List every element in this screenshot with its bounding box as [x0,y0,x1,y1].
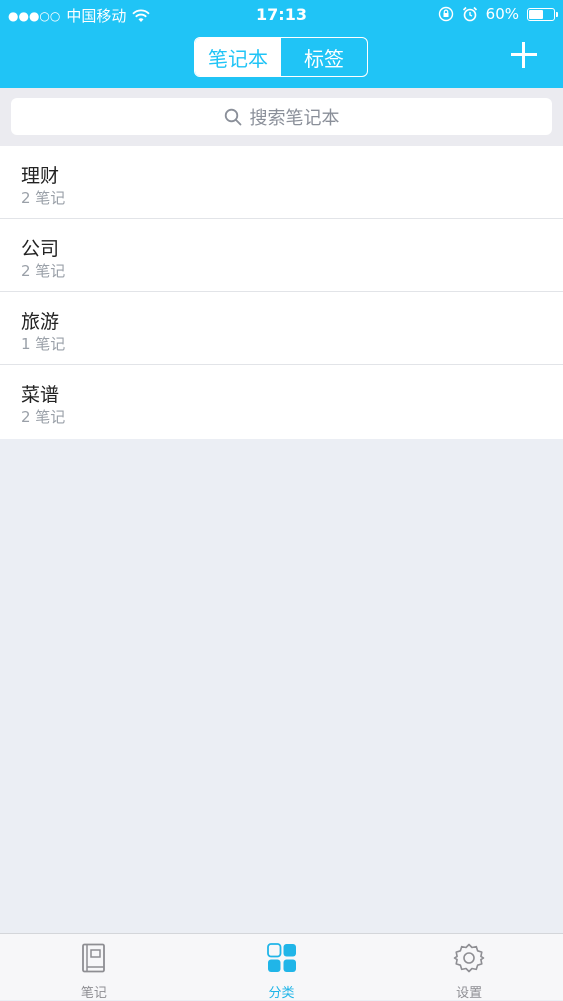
status-right: 60% [438,5,558,23]
search-input[interactable]: 搜索笔记本 [11,98,552,135]
battery-percent: 60% [485,5,519,23]
tab-notes[interactable]: 笔记 [0,934,188,1001]
note-count: 2 笔记 [21,189,66,207]
segmented-control: 笔记本 标签 [194,37,368,77]
list-item[interactable]: 菜谱 2 笔记 [0,365,563,439]
status-bar: ●●●○○ 中国移动 17:13 60% [0,0,563,30]
notebook-name: 理财 [21,165,60,187]
tab-settings[interactable]: 设置 [375,934,563,1001]
tab-notebooks[interactable]: 笔记本 [195,38,281,76]
battery-fill [529,9,543,19]
notebook-name: 公司 [21,238,60,260]
notebook-icon [81,943,105,973]
tab-categories[interactable]: 分类 [188,934,376,1001]
add-notebook-button[interactable] [509,40,539,70]
orientation-lock-icon [438,6,453,22]
tab-label: 笔记 [80,986,107,1001]
notebook-name: 旅游 [21,311,60,333]
notebook-name: 菜谱 [21,384,60,406]
note-count: 2 笔记 [21,408,66,426]
tab-label: 设置 [456,986,483,1001]
battery-icon [527,7,558,21]
gear-icon [453,943,485,973]
search-icon [224,108,241,125]
header: ●●●○○ 中国移动 17:13 60% 笔记本 标签 [0,0,563,88]
list-item[interactable]: 公司 2 笔记 [0,219,563,292]
list-item[interactable]: 旅游 1 笔记 [0,292,563,365]
search-placeholder: 搜索笔记本 [249,107,340,129]
note-count: 1 笔记 [21,335,66,353]
notebook-list: 理财 2 笔记 公司 2 笔记 旅游 1 笔记 菜谱 2 笔记 [0,146,563,439]
tab-label: 分类 [268,986,295,1001]
search-area: 搜索笔记本 [0,88,563,146]
alarm-icon [462,6,477,22]
grid-icon [266,943,296,972]
note-count: 2 笔记 [21,262,66,280]
list-item[interactable]: 理财 2 笔记 [0,146,563,219]
tab-bar: 笔记 分类 设置 [0,933,563,1001]
tab-tags[interactable]: 标签 [281,38,367,76]
